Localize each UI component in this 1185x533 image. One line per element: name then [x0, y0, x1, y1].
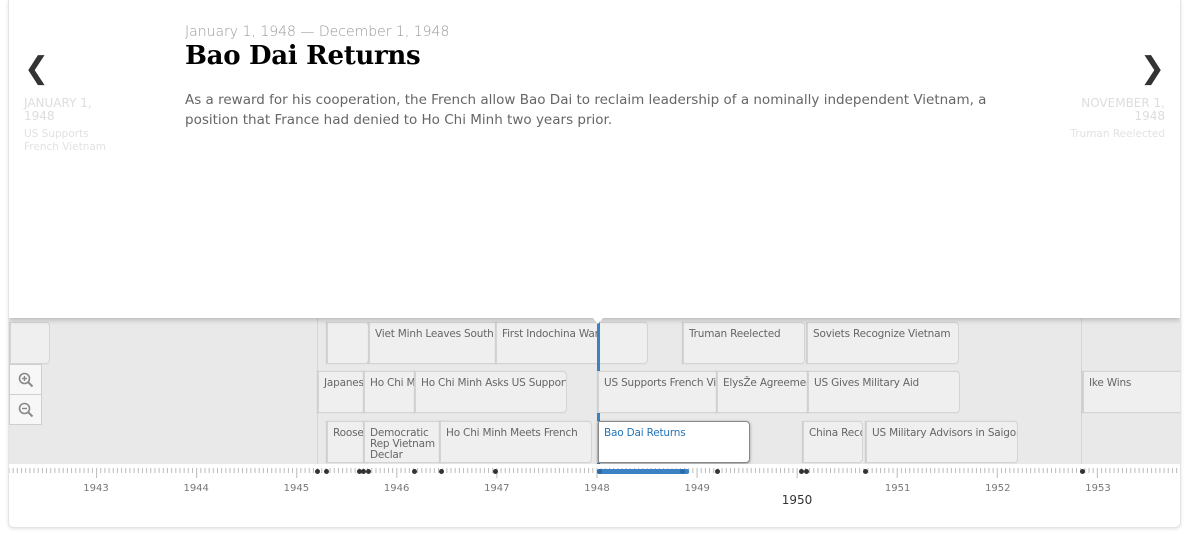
- timeline-marker-label: Ho Chi Minh Meets French: [446, 427, 578, 439]
- timeline-marker[interactable]: Ho Chi Minh Asks US Support: [414, 371, 567, 413]
- event-dot[interactable]: [439, 469, 444, 474]
- timeline-marker[interactable]: China Recog: [802, 421, 863, 463]
- event-dot[interactable]: [804, 469, 809, 474]
- timeline-marker-label: Truman Reelected: [689, 328, 781, 340]
- timeline-marker[interactable]: US Supports French Vietn: [597, 371, 720, 413]
- year-label: 1952: [985, 483, 1011, 494]
- chevron-right-icon: ❯: [1139, 51, 1165, 86]
- timeline-marker-label: Viet Minh Leaves South: [375, 328, 494, 340]
- slide-body-text: As a reward for his cooperation, the Fre…: [185, 92, 987, 128]
- year-label: 1949: [684, 483, 710, 494]
- timeline-marker[interactable]: Ike Wins: [1082, 371, 1180, 413]
- timeline-marker-active[interactable]: Bao Dai Returns: [597, 421, 750, 463]
- timeline-nav[interactable]: Viet Minh Leaves South First Indochina Wa…: [9, 318, 1180, 464]
- slide-panel: ❮ January 1, 1948 US Supports French Vie…: [9, 0, 1180, 318]
- year-label: 1947: [484, 483, 510, 494]
- next-slide-button[interactable]: ❯ November 1, 1948 Truman Reelected: [1065, 52, 1165, 141]
- active-range-bar: [597, 469, 689, 474]
- timeline-marker[interactable]: ElysŽe Agreement: [716, 371, 811, 413]
- prev-slide-date: January 1, 1948: [24, 96, 92, 123]
- year-label: 1943: [83, 483, 109, 494]
- zoom-out-icon: [18, 402, 33, 417]
- timeline-marker-label: Ho Chi Mi: [370, 377, 418, 389]
- slide-date-range: January 1, 1948 — December 1, 1948: [185, 24, 450, 40]
- year-label: 1953: [1085, 483, 1111, 494]
- timeline-marker-label: Japanese: [324, 377, 368, 389]
- prev-slide-title: US Supports French Vietnam: [24, 128, 107, 153]
- event-dot[interactable]: [597, 469, 602, 474]
- timeline-marker[interactable]: US Gives Military Aid: [807, 371, 960, 413]
- timeline-marker-label: US Supports French Vietn: [604, 377, 720, 389]
- timeline-marker-label: Bao Dai Returns: [604, 427, 686, 439]
- timeline-marker-partial[interactable]: [326, 322, 369, 364]
- year-label: 1951: [884, 483, 911, 494]
- timeline-marker[interactable]: Roose: [326, 421, 369, 463]
- timeline-marker[interactable]: Ho Chi Mi: [363, 371, 418, 413]
- timeline-marker-label: Democratic Rep Vietnam Declar: [370, 427, 435, 461]
- event-dot[interactable]: [412, 469, 417, 474]
- event-dot[interactable]: [493, 469, 498, 474]
- era-label: 1950: [781, 493, 813, 507]
- year-label: 1946: [383, 483, 410, 494]
- year-label: 1944: [183, 483, 209, 494]
- next-slide-date: November 1, 1948: [1081, 96, 1165, 123]
- timeline-marker[interactable]: Soviets Recognize Vietnam: [806, 322, 959, 364]
- timeline-marker-offscreen[interactable]: [9, 322, 50, 364]
- timeline-marker[interactable]: US Military Advisors in Saigon: [865, 421, 1018, 463]
- zoom-out-button[interactable]: [9, 394, 42, 425]
- timeline-marker-label: China Recog: [809, 427, 862, 439]
- timeline-marker-label: Ike Wins: [1089, 377, 1132, 389]
- event-dot[interactable]: [315, 469, 320, 474]
- timeline-marker-label: Ho Chi Minh Asks US Support: [421, 377, 567, 389]
- timeline-marker-label: US Gives Military Aid: [814, 377, 920, 389]
- timeline-marker[interactable]: Truman Reelected: [682, 322, 805, 364]
- timeline-widget: ❮ January 1, 1948 US Supports French Vie…: [8, 0, 1181, 528]
- event-dot[interactable]: [715, 469, 720, 474]
- timeline-marker[interactable]: Democratic Rep Vietnam Declar: [363, 421, 448, 463]
- current-position-pointer: [592, 318, 604, 324]
- slide-title: Bao Dai Returns: [185, 41, 421, 71]
- year-label: 1945: [283, 483, 310, 494]
- chevron-left-icon: ❮: [24, 51, 50, 86]
- timeline-marker-label: Soviets Recognize Vietnam: [813, 328, 951, 340]
- zoom-in-icon: [18, 372, 33, 387]
- event-dot[interactable]: [324, 469, 329, 474]
- prev-slide-button[interactable]: ❮ January 1, 1948 US Supports French Vie…: [24, 52, 114, 154]
- zoom-in-button[interactable]: [9, 364, 42, 394]
- timeline-marker[interactable]: Japanese: [317, 371, 368, 413]
- event-dot[interactable]: [863, 469, 868, 474]
- next-slide-title: Truman Reelected: [1070, 128, 1165, 140]
- event-dot[interactable]: [680, 469, 685, 474]
- year-label: 1948: [584, 483, 610, 494]
- timeline-marker-label: Roose: [333, 427, 364, 439]
- timeline-marker-label: First Indochina War: [502, 328, 599, 340]
- timeline-marker[interactable]: First Indochina War: [495, 322, 648, 364]
- time-axis[interactable]: 1943 1944 1945 1946 1947 1948 1949 1950 1951 1952…: [9, 464, 1180, 527]
- event-dot[interactable]: [366, 469, 371, 474]
- axis-ticks: [9, 468, 1178, 478]
- timeline-marker-label: ElysŽe Agreement: [723, 377, 811, 389]
- event-dot[interactable]: [1080, 469, 1085, 474]
- timeline-marker-label: US Military Advisors in Saigon: [872, 427, 1018, 439]
- timeline-marker[interactable]: Ho Chi Minh Meets French: [439, 421, 592, 463]
- timeline-marker[interactable]: Viet Minh Leaves South: [368, 322, 499, 364]
